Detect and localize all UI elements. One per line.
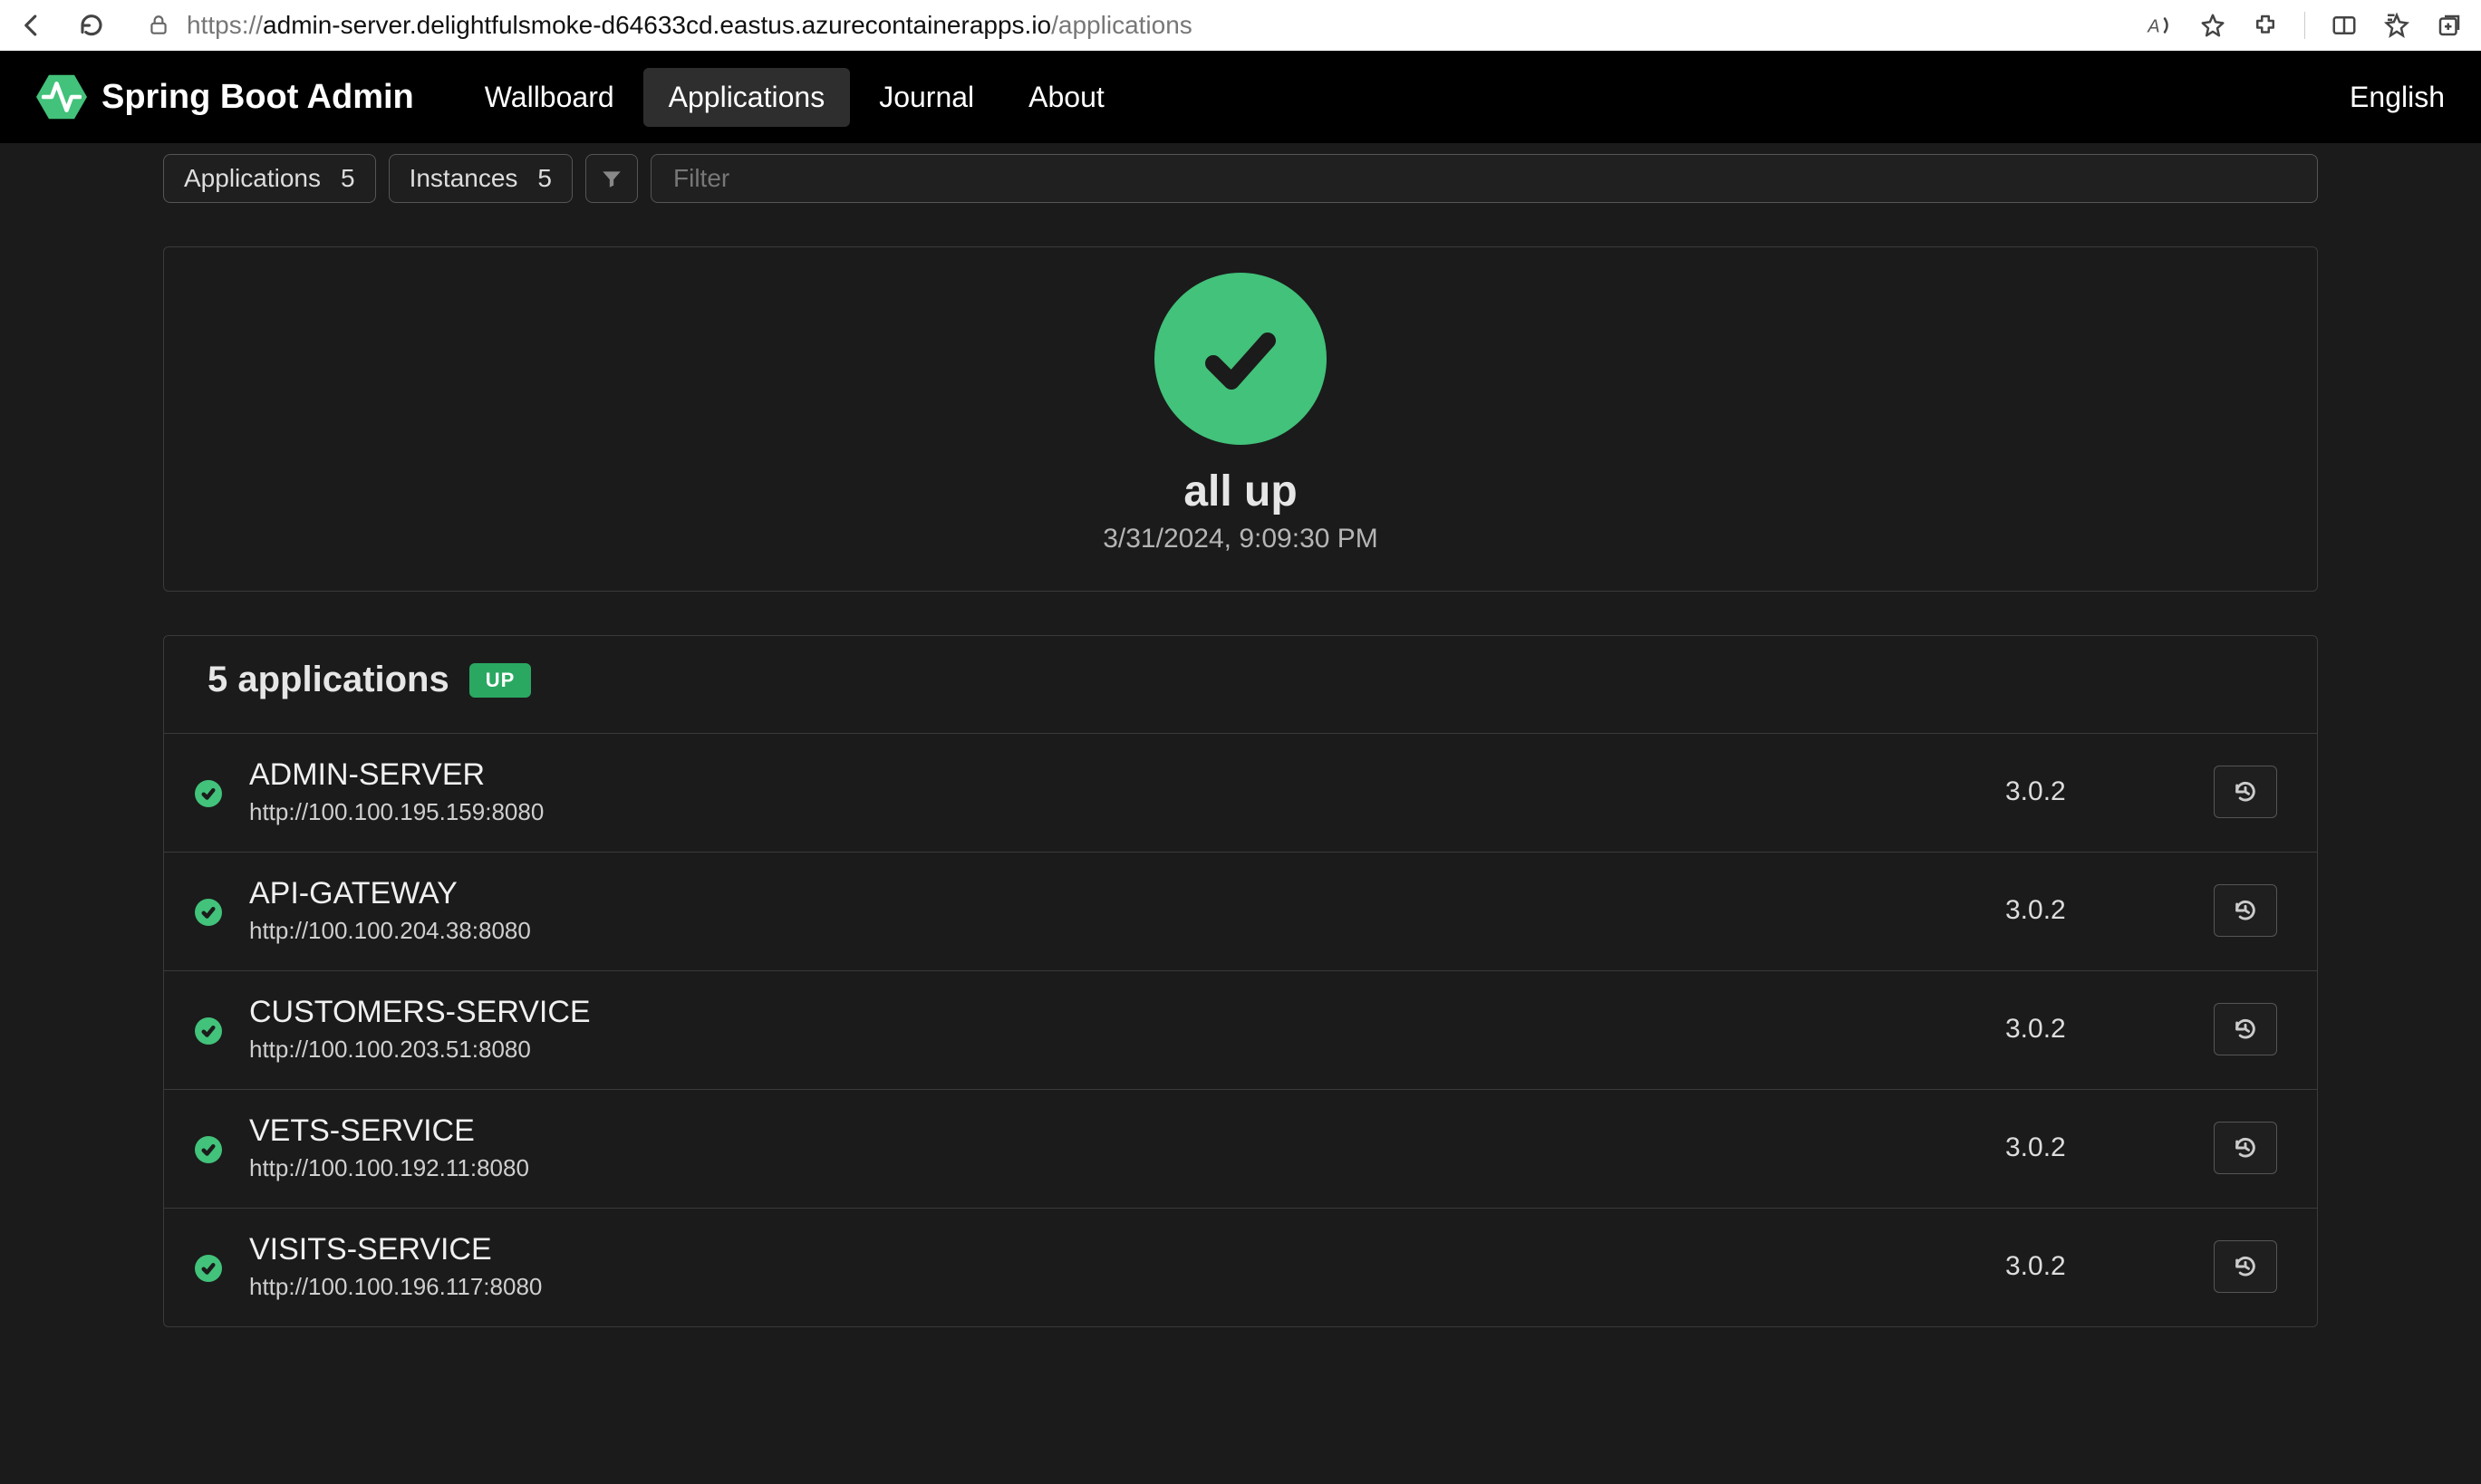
application-version: 3.0.2: [2005, 1132, 2187, 1163]
history-icon: [2233, 1135, 2258, 1161]
application-actions: [2214, 1122, 2277, 1174]
application-name: CUSTOMERS-SERVICE: [249, 995, 1978, 1030]
application-version: 3.0.2: [2005, 776, 2187, 807]
instances-count-chip[interactable]: Instances 5: [389, 154, 573, 203]
favorites-list-icon[interactable]: [2383, 12, 2410, 39]
restart-button[interactable]: [2214, 1003, 2277, 1055]
application-actions: [2214, 1003, 2277, 1055]
application-url: http://100.100.196.117:8080: [249, 1273, 1978, 1301]
refresh-icon[interactable]: [78, 12, 105, 39]
application-actions: [2214, 884, 2277, 937]
split-screen-icon[interactable]: [2331, 12, 2358, 39]
separator: [2304, 12, 2305, 39]
language-selector[interactable]: English: [2350, 81, 2445, 114]
extensions-icon[interactable]: [2252, 12, 2279, 39]
application-info: VETS-SERVICE http://100.100.192.11:8080: [249, 1113, 1978, 1182]
content: Applications 5 Instances 5 all up 3/31/2…: [0, 154, 2481, 1327]
application-actions: [2214, 1240, 2277, 1293]
status-badge: UP: [469, 663, 532, 698]
history-icon: [2233, 1017, 2258, 1042]
tab-about[interactable]: About: [1003, 68, 1130, 127]
instances-count-label: Instances: [410, 164, 518, 193]
application-row[interactable]: ADMIN-SERVER http://100.100.195.159:8080…: [164, 734, 2317, 853]
history-icon: [2233, 779, 2258, 805]
application-info: VISITS-SERVICE http://100.100.196.117:80…: [249, 1232, 1978, 1301]
application-row[interactable]: VETS-SERVICE http://100.100.192.11:8080 …: [164, 1090, 2317, 1209]
status-ok-icon: [195, 1136, 222, 1163]
applications-count-label: Applications: [184, 164, 321, 193]
site-info-icon[interactable]: [147, 14, 170, 37]
application-info: API-GATEWAY http://100.100.204.38:8080: [249, 876, 1978, 945]
application-version: 3.0.2: [2005, 1014, 2187, 1045]
brand-logo-icon: [36, 72, 87, 122]
application-url: http://100.100.203.51:8080: [249, 1036, 1978, 1064]
status-ok-icon: [195, 899, 222, 926]
status-ok-icon: [195, 780, 222, 807]
applications-card-title: 5 applications: [208, 660, 449, 700]
collections-icon[interactable]: [2436, 12, 2463, 39]
restart-button[interactable]: [2214, 884, 2277, 937]
restart-button[interactable]: [2214, 766, 2277, 818]
filter-input[interactable]: [651, 154, 2318, 203]
svg-text:A: A: [2147, 17, 2159, 37]
status-ok-icon: [195, 1255, 222, 1282]
status-card: all up 3/31/2024, 9:09:30 PM: [163, 246, 2318, 592]
application-url: http://100.100.204.38:8080: [249, 917, 1978, 945]
application-row[interactable]: CUSTOMERS-SERVICE http://100.100.203.51:…: [164, 971, 2317, 1090]
main-nav: Wallboard Applications Journal About: [459, 68, 1130, 127]
browser-toolbar: https://admin-server.delightfulsmoke-d64…: [0, 0, 2481, 51]
application-url: http://100.100.192.11:8080: [249, 1154, 1978, 1182]
application-row[interactable]: API-GATEWAY http://100.100.204.38:8080 3…: [164, 853, 2317, 971]
history-icon: [2233, 898, 2258, 923]
application-row[interactable]: VISITS-SERVICE http://100.100.196.117:80…: [164, 1209, 2317, 1326]
application-name: VISITS-SERVICE: [249, 1232, 1978, 1267]
application-name: VETS-SERVICE: [249, 1113, 1978, 1149]
applications-list: ADMIN-SERVER http://100.100.195.159:8080…: [164, 734, 2317, 1326]
application-version: 3.0.2: [2005, 895, 2187, 926]
status-ok-icon: [195, 1017, 222, 1045]
status-timestamp: 3/31/2024, 9:09:30 PM: [1103, 524, 1378, 554]
restart-button[interactable]: [2214, 1122, 2277, 1174]
brand-title: Spring Boot Admin: [101, 78, 414, 117]
browser-nav-buttons: [18, 12, 105, 39]
filter-icon: [600, 167, 623, 190]
brand[interactable]: Spring Boot Admin: [36, 72, 441, 122]
back-icon[interactable]: [18, 12, 45, 39]
history-icon: [2233, 1254, 2258, 1279]
application-info: CUSTOMERS-SERVICE http://100.100.203.51:…: [249, 995, 1978, 1064]
instances-count-value: 5: [537, 164, 552, 193]
read-aloud-icon[interactable]: A: [2147, 12, 2174, 39]
applications-count-chip[interactable]: Applications 5: [163, 154, 376, 203]
status-title: all up: [1183, 467, 1297, 516]
application-version: 3.0.2: [2005, 1251, 2187, 1282]
app-header: Spring Boot Admin Wallboard Applications…: [0, 51, 2481, 143]
tab-applications[interactable]: Applications: [643, 68, 851, 127]
status-ok-icon: [1154, 273, 1327, 445]
restart-button[interactable]: [2214, 1240, 2277, 1293]
favorite-icon[interactable]: [2199, 12, 2226, 39]
filter-toolbar: Applications 5 Instances 5: [163, 154, 2318, 203]
filter-toggle-button[interactable]: [585, 154, 638, 203]
application-name: API-GATEWAY: [249, 876, 1978, 911]
address-bar[interactable]: https://admin-server.delightfulsmoke-d64…: [147, 11, 2105, 40]
application-info: ADMIN-SERVER http://100.100.195.159:8080: [249, 757, 1978, 826]
applications-card-header: 5 applications UP: [164, 636, 2317, 734]
applications-card: 5 applications UP ADMIN-SERVER http://10…: [163, 635, 2318, 1327]
application-actions: [2214, 766, 2277, 818]
application-name: ADMIN-SERVER: [249, 757, 1978, 793]
tab-wallboard[interactable]: Wallboard: [459, 68, 640, 127]
url-text: https://admin-server.delightfulsmoke-d64…: [187, 11, 1192, 40]
tab-journal[interactable]: Journal: [854, 68, 999, 127]
applications-count-value: 5: [341, 164, 355, 193]
browser-actions: A: [2147, 12, 2463, 39]
application-url: http://100.100.195.159:8080: [249, 798, 1978, 826]
